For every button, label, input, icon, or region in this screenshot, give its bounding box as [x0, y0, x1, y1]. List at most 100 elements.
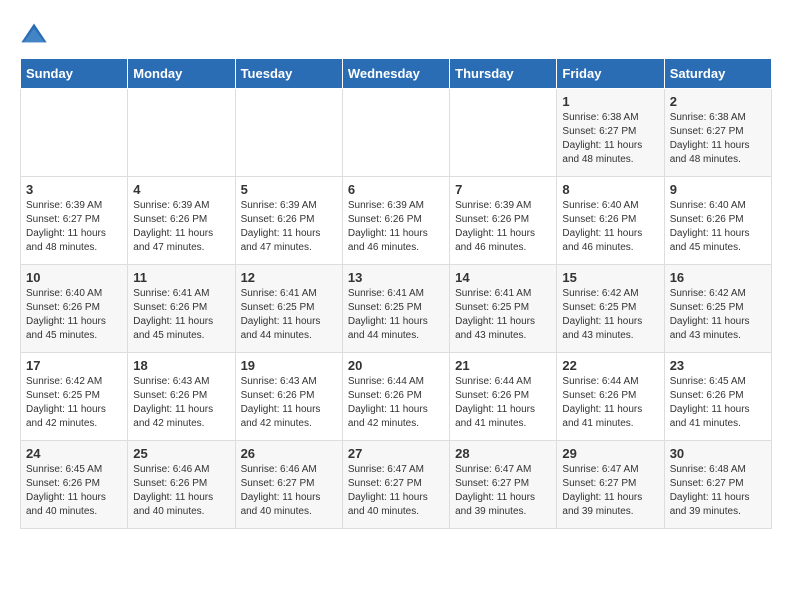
day-info: Sunrise: 6:40 AM Sunset: 6:26 PM Dayligh… [670, 199, 766, 255]
calendar-day-cell: 5 Sunrise: 6:39 AM Sunset: 6:26 PM Daylig… [235, 177, 342, 265]
day-info: Sunrise: 6:41 AM Sunset: 6:25 PM Dayligh… [241, 287, 337, 343]
day-number: 5 [241, 182, 337, 197]
calendar-day-cell: 2 Sunrise: 6:38 AM Sunset: 6:27 PM Daylig… [664, 89, 771, 177]
calendar-day-cell: 18 Sunrise: 6:43 AM Sunset: 6:26 PM Dayli… [128, 353, 235, 441]
header-thursday: Thursday [450, 59, 557, 89]
calendar-day-cell: 15 Sunrise: 6:42 AM Sunset: 6:25 PM Dayli… [557, 265, 664, 353]
calendar-day-cell: 20Sunrise: 6:44 AM Sunset: 6:26 PM Dayli… [342, 353, 449, 441]
calendar-day-cell: 28 Sunrise: 6:47 AM Sunset: 6:27 PM Dayli… [450, 441, 557, 529]
calendar-day-cell: 23Sunrise: 6:45 AM Sunset: 6:26 PM Dayli… [664, 353, 771, 441]
calendar-day-cell: 6Sunrise: 6:39 AM Sunset: 6:26 PM Daylig… [342, 177, 449, 265]
day-info: Sunrise: 6:42 AM Sunset: 6:25 PM Dayligh… [670, 287, 766, 343]
day-info: Sunrise: 6:38 AM Sunset: 6:27 PM Dayligh… [562, 111, 658, 167]
day-number: 21 [455, 358, 551, 373]
day-info: Sunrise: 6:39 AM Sunset: 6:27 PM Dayligh… [26, 199, 122, 255]
day-info: Sunrise: 6:39 AM Sunset: 6:26 PM Dayligh… [348, 199, 444, 255]
calendar-day-cell: 19 Sunrise: 6:43 AM Sunset: 6:26 PM Dayli… [235, 353, 342, 441]
day-number: 25 [133, 446, 229, 461]
day-info: Sunrise: 6:40 AM Sunset: 6:26 PM Dayligh… [562, 199, 658, 255]
header-sunday: Sunday [21, 59, 128, 89]
day-info: Sunrise: 6:44 AM Sunset: 6:26 PM Dayligh… [348, 375, 444, 431]
day-info: Sunrise: 6:47 AM Sunset: 6:27 PM Dayligh… [562, 463, 658, 519]
calendar-empty-cell [342, 89, 449, 177]
day-info: Sunrise: 6:47 AM Sunset: 6:27 PM Dayligh… [455, 463, 551, 519]
calendar-empty-cell [450, 89, 557, 177]
day-info: Sunrise: 6:41 AM Sunset: 6:25 PM Dayligh… [455, 287, 551, 343]
day-info: Sunrise: 6:44 AM Sunset: 6:26 PM Dayligh… [455, 375, 551, 431]
day-info: Sunrise: 6:38 AM Sunset: 6:27 PM Dayligh… [670, 111, 766, 167]
day-info: Sunrise: 6:43 AM Sunset: 6:26 PM Dayligh… [241, 375, 337, 431]
day-info: Sunrise: 6:46 AM Sunset: 6:26 PM Dayligh… [133, 463, 229, 519]
calendar-day-cell: 11 Sunrise: 6:41 AM Sunset: 6:26 PM Dayli… [128, 265, 235, 353]
calendar-day-cell: 9 Sunrise: 6:40 AM Sunset: 6:26 PM Daylig… [664, 177, 771, 265]
calendar-day-cell: 14 Sunrise: 6:41 AM Sunset: 6:25 PM Dayli… [450, 265, 557, 353]
calendar-day-cell: 24Sunrise: 6:45 AM Sunset: 6:26 PM Dayli… [21, 441, 128, 529]
calendar-week-row: 17Sunrise: 6:42 AM Sunset: 6:25 PM Dayli… [21, 353, 772, 441]
day-info: Sunrise: 6:45 AM Sunset: 6:26 PM Dayligh… [670, 375, 766, 431]
day-number: 30 [670, 446, 766, 461]
calendar-day-cell: 21 Sunrise: 6:44 AM Sunset: 6:26 PM Dayli… [450, 353, 557, 441]
day-number: 16 [670, 270, 766, 285]
day-info: Sunrise: 6:39 AM Sunset: 6:26 PM Dayligh… [241, 199, 337, 255]
calendar-day-cell: 22Sunrise: 6:44 AM Sunset: 6:26 PM Dayli… [557, 353, 664, 441]
day-info: Sunrise: 6:40 AM Sunset: 6:26 PM Dayligh… [26, 287, 122, 343]
calendar-day-cell: 3 Sunrise: 6:39 AM Sunset: 6:27 PM Daylig… [21, 177, 128, 265]
header-friday: Friday [557, 59, 664, 89]
calendar-day-cell: 17Sunrise: 6:42 AM Sunset: 6:25 PM Dayli… [21, 353, 128, 441]
calendar-empty-cell [21, 89, 128, 177]
day-info: Sunrise: 6:42 AM Sunset: 6:25 PM Dayligh… [562, 287, 658, 343]
logo [20, 20, 52, 48]
day-info: Sunrise: 6:39 AM Sunset: 6:26 PM Dayligh… [455, 199, 551, 255]
day-number: 7 [455, 182, 551, 197]
day-number: 26 [241, 446, 337, 461]
calendar-day-cell: 26 Sunrise: 6:46 AM Sunset: 6:27 PM Dayli… [235, 441, 342, 529]
day-number: 10 [26, 270, 122, 285]
calendar-day-cell: 1Sunrise: 6:38 AM Sunset: 6:27 PM Daylig… [557, 89, 664, 177]
header-tuesday: Tuesday [235, 59, 342, 89]
calendar-week-row: 24Sunrise: 6:45 AM Sunset: 6:26 PM Dayli… [21, 441, 772, 529]
day-info: Sunrise: 6:41 AM Sunset: 6:26 PM Dayligh… [133, 287, 229, 343]
calendar-empty-cell [128, 89, 235, 177]
calendar-week-row: 1Sunrise: 6:38 AM Sunset: 6:27 PM Daylig… [21, 89, 772, 177]
calendar-day-cell: 10 Sunrise: 6:40 AM Sunset: 6:26 PM Dayli… [21, 265, 128, 353]
day-number: 9 [670, 182, 766, 197]
day-number: 2 [670, 94, 766, 109]
day-number: 22 [562, 358, 658, 373]
calendar-week-row: 3 Sunrise: 6:39 AM Sunset: 6:27 PM Daylig… [21, 177, 772, 265]
day-info: Sunrise: 6:47 AM Sunset: 6:27 PM Dayligh… [348, 463, 444, 519]
calendar-empty-cell [235, 89, 342, 177]
day-number: 18 [133, 358, 229, 373]
logo-icon [20, 20, 48, 48]
day-number: 3 [26, 182, 122, 197]
calendar-day-cell: 4 Sunrise: 6:39 AM Sunset: 6:26 PM Daylig… [128, 177, 235, 265]
day-number: 12 [241, 270, 337, 285]
day-info: Sunrise: 6:48 AM Sunset: 6:27 PM Dayligh… [670, 463, 766, 519]
calendar-day-cell: 16 Sunrise: 6:42 AM Sunset: 6:25 PM Dayli… [664, 265, 771, 353]
day-number: 29 [562, 446, 658, 461]
day-number: 11 [133, 270, 229, 285]
calendar-day-cell: 25 Sunrise: 6:46 AM Sunset: 6:26 PM Dayli… [128, 441, 235, 529]
calendar-week-row: 10 Sunrise: 6:40 AM Sunset: 6:26 PM Dayli… [21, 265, 772, 353]
calendar-day-cell: 7 Sunrise: 6:39 AM Sunset: 6:26 PM Daylig… [450, 177, 557, 265]
header-saturday: Saturday [664, 59, 771, 89]
calendar-header-row: SundayMondayTuesdayWednesdayThursdayFrid… [21, 59, 772, 89]
day-number: 19 [241, 358, 337, 373]
day-info: Sunrise: 6:45 AM Sunset: 6:26 PM Dayligh… [26, 463, 122, 519]
day-number: 14 [455, 270, 551, 285]
calendar-day-cell: 8 Sunrise: 6:40 AM Sunset: 6:26 PM Daylig… [557, 177, 664, 265]
calendar-day-cell: 12 Sunrise: 6:41 AM Sunset: 6:25 PM Dayli… [235, 265, 342, 353]
day-info: Sunrise: 6:39 AM Sunset: 6:26 PM Dayligh… [133, 199, 229, 255]
day-number: 8 [562, 182, 658, 197]
day-number: 27 [348, 446, 444, 461]
calendar-day-cell: 13Sunrise: 6:41 AM Sunset: 6:25 PM Dayli… [342, 265, 449, 353]
calendar-table: SundayMondayTuesdayWednesdayThursdayFrid… [20, 58, 772, 529]
day-number: 4 [133, 182, 229, 197]
day-number: 17 [26, 358, 122, 373]
header-monday: Monday [128, 59, 235, 89]
page-header [20, 20, 772, 48]
day-number: 15 [562, 270, 658, 285]
day-info: Sunrise: 6:46 AM Sunset: 6:27 PM Dayligh… [241, 463, 337, 519]
day-number: 28 [455, 446, 551, 461]
day-info: Sunrise: 6:41 AM Sunset: 6:25 PM Dayligh… [348, 287, 444, 343]
day-info: Sunrise: 6:43 AM Sunset: 6:26 PM Dayligh… [133, 375, 229, 431]
